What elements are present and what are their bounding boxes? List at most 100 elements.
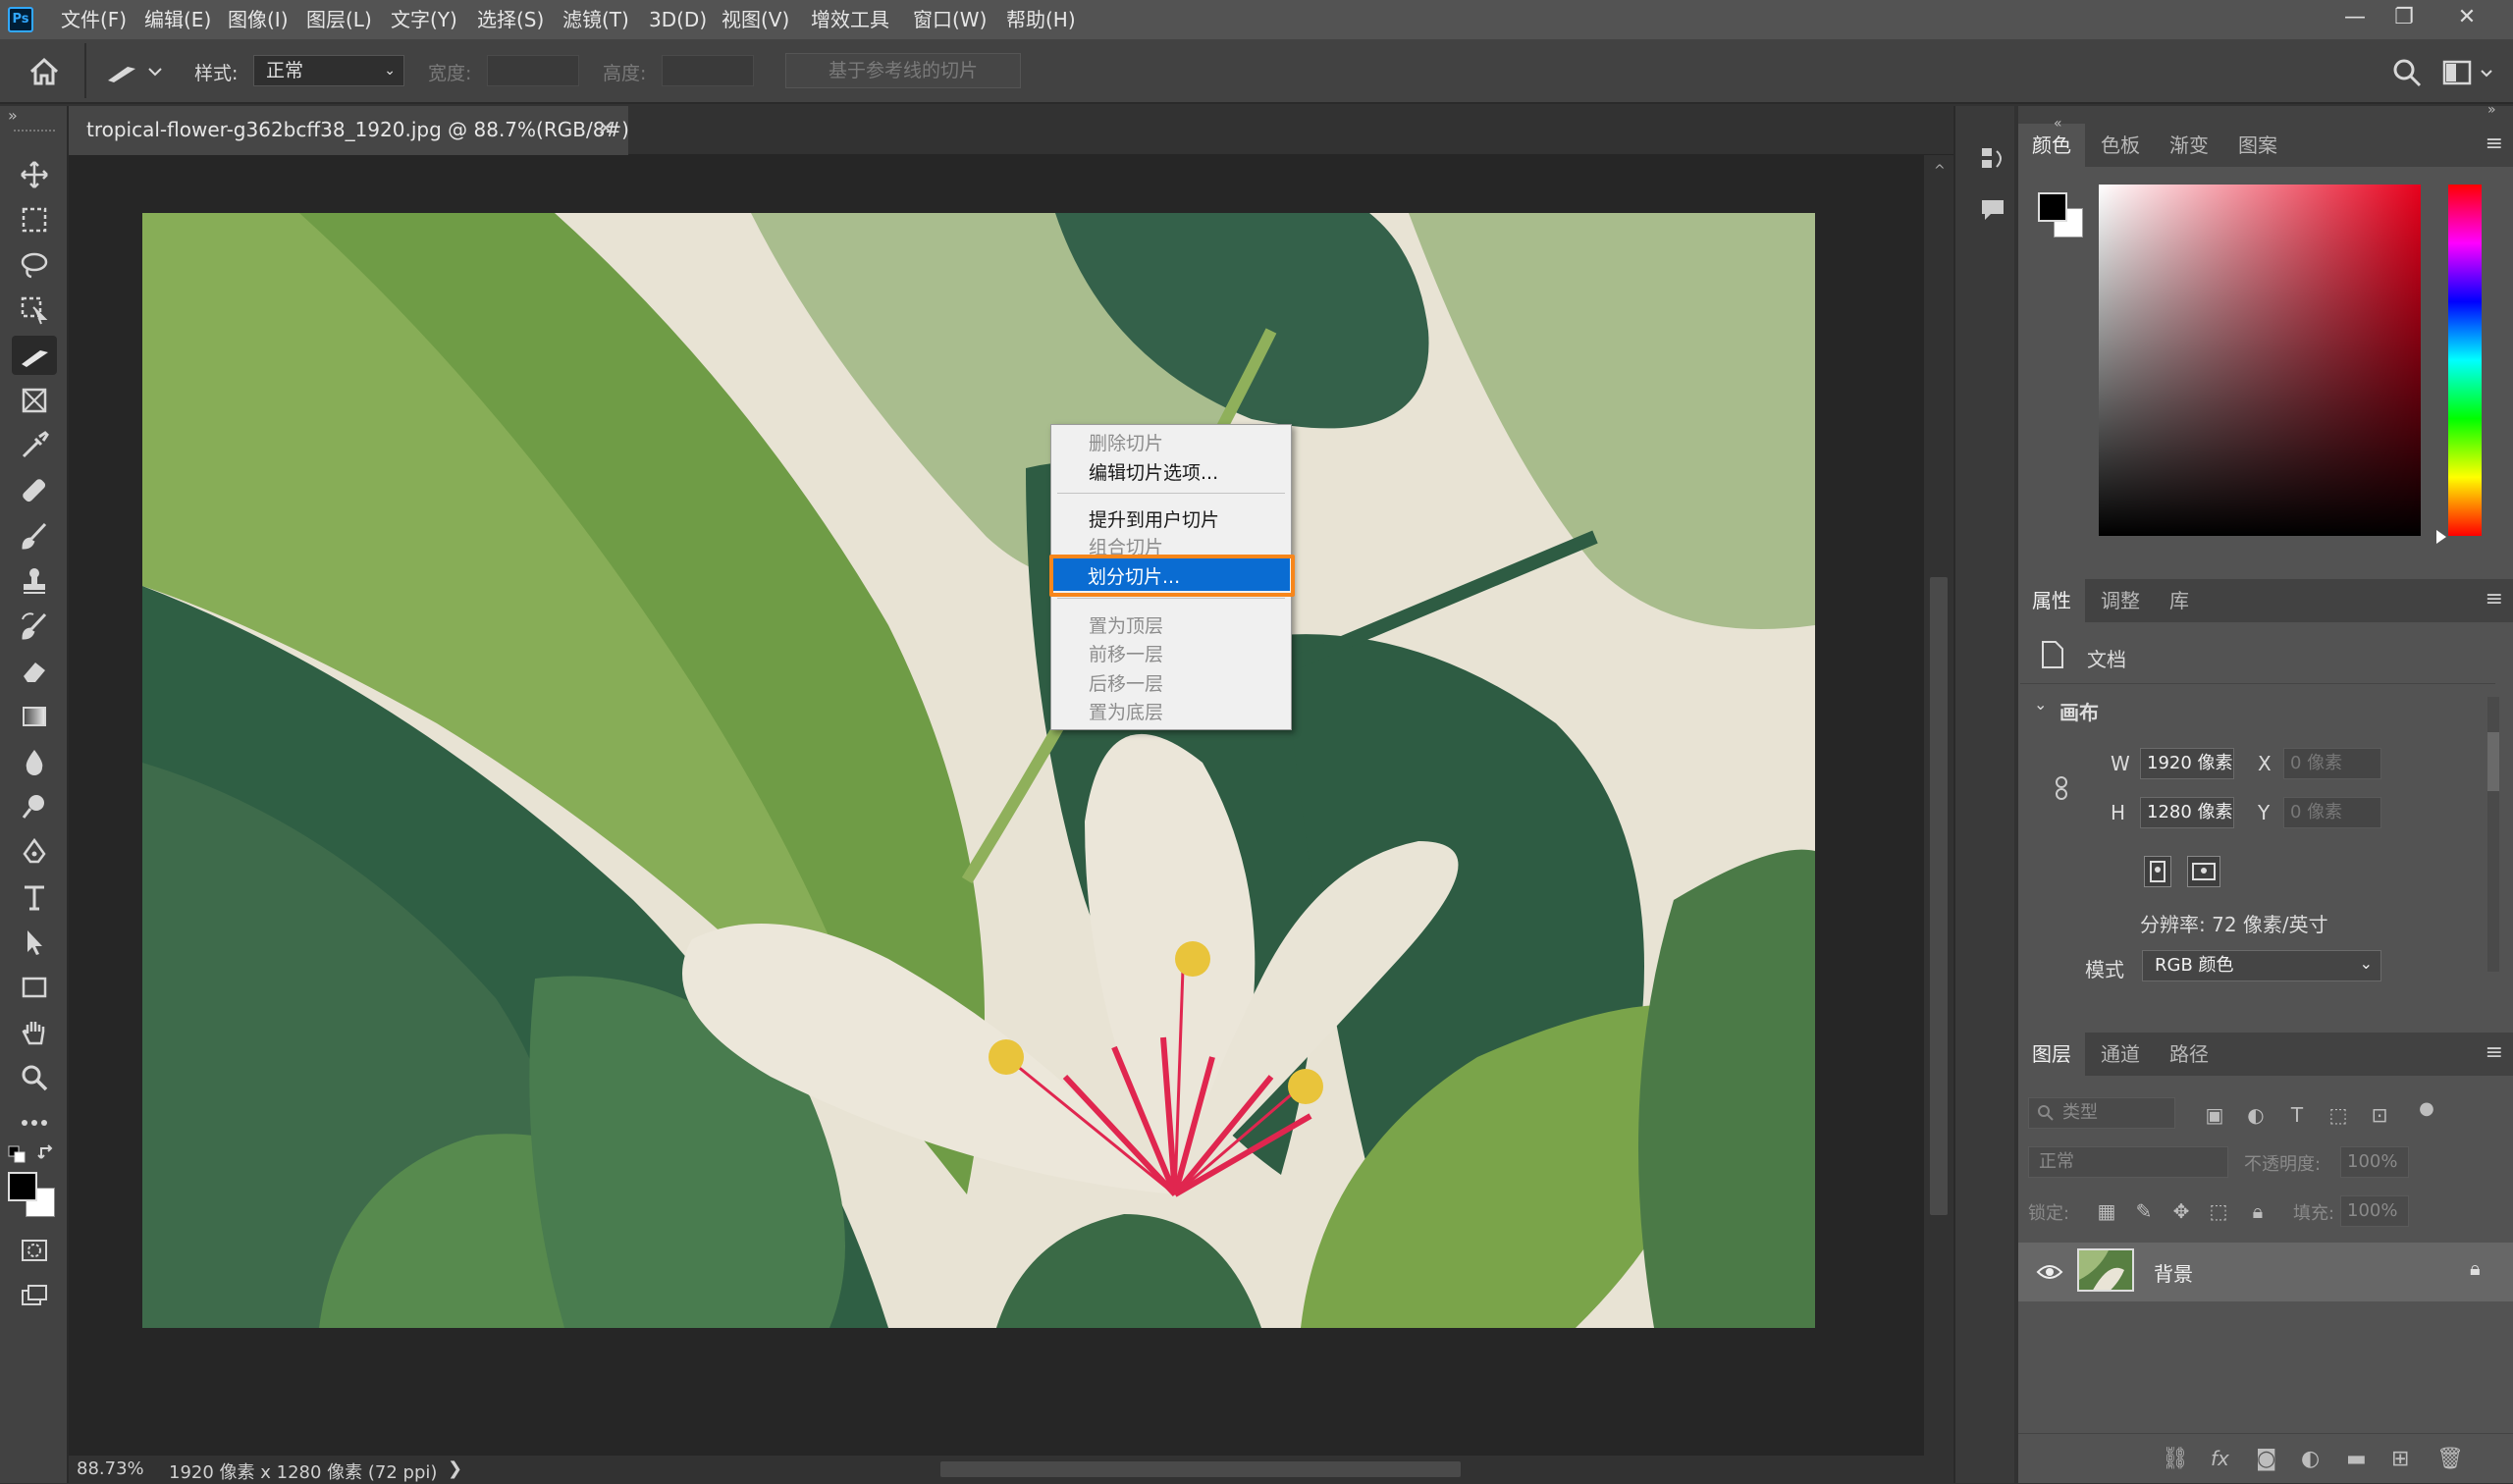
screen-mode-icon[interactable] [12,1276,57,1315]
horizontal-scroll-thumb[interactable] [940,1461,1461,1477]
panel-menu-icon[interactable]: ≡ [2486,1040,2503,1065]
menu-bring-to-front[interactable]: 置为顶层 [1089,611,1163,638]
menu-edit-slice-options[interactable]: 编辑切片选项... [1089,458,1218,485]
clone-stamp-tool-icon[interactable] [12,561,57,601]
style-select[interactable]: 正常 ⌄ [253,55,404,86]
add-mask-icon[interactable]: ◙ [2256,1447,2276,1471]
menu-help[interactable]: 帮助(H) [1006,0,1076,39]
menu-send-to-back[interactable]: 置为底层 [1089,698,1163,724]
color-picker-field[interactable] [2099,185,2421,536]
fill-input[interactable]: 100% [2340,1195,2409,1227]
gradient-tool-icon[interactable] [12,697,57,736]
width-input[interactable] [487,55,579,86]
menu-delete-slice[interactable]: 删除切片 [1089,429,1163,455]
canvas-section-title[interactable]: 画布 [2059,697,2099,725]
panel-menu-icon[interactable]: ≡ [2486,587,2503,611]
collapse-left-icon[interactable]: « [2054,116,2062,132]
tab-channels[interactable]: 通道 [2087,1033,2154,1076]
menu-bring-forward[interactable]: 前移一层 [1089,640,1163,666]
close-tab-icon[interactable]: × [597,116,615,140]
menu-filter[interactable]: 滤镜(T) [562,0,629,39]
healing-brush-tool-icon[interactable] [12,471,57,510]
home-icon[interactable] [27,57,61,86]
smart-object-filter-icon[interactable]: ⊡ [2366,1101,2393,1129]
workspace-icon[interactable] [2442,57,2497,88]
history-brush-tool-icon[interactable] [12,607,57,646]
zoom-tool-icon[interactable] [12,1058,57,1097]
document-canvas[interactable] [142,213,1815,1328]
properties-scroll-thumb[interactable] [2487,732,2499,791]
menu-3d[interactable]: 3D(D) [649,0,707,39]
menu-image[interactable]: 图像(I) [228,0,289,39]
tab-patterns[interactable]: 图案 [2224,124,2291,167]
path-selection-tool-icon[interactable] [12,923,57,962]
type-tool-icon[interactable] [12,877,57,917]
fx-icon[interactable]: fx [2211,1447,2229,1470]
portrait-orientation-icon[interactable] [2144,856,2171,887]
more-tools-icon[interactable] [12,1103,57,1142]
minimize-icon[interactable]: — [2328,0,2381,35]
type-layer-filter-icon[interactable]: T [2283,1101,2311,1129]
menu-plugins[interactable]: 增效工具 [811,0,889,39]
tab-libraries[interactable]: 库 [2156,579,2203,622]
canvas-x-input[interactable]: 0 像素 [2283,748,2381,779]
menu-view[interactable]: 视图(V) [722,0,789,39]
pen-tool-icon[interactable] [12,832,57,872]
new-group-icon[interactable]: ▬ [2346,1447,2367,1471]
lasso-tool-icon[interactable] [12,245,57,285]
layer-row[interactable]: 背景 🔒︎ [2018,1243,2513,1301]
close-window-icon[interactable]: ✕ [2440,0,2493,35]
canvas-width-input[interactable]: 1920 像素 [2140,748,2234,779]
document-tab[interactable]: tropical-flower-g362bcff38_1920.jpg @ 88… [69,106,629,155]
lock-pixels-icon[interactable]: ✎ [2130,1197,2158,1225]
new-layer-icon[interactable]: ⊞ [2391,1447,2409,1471]
opacity-input[interactable]: 100% [2340,1146,2409,1178]
marquee-tool-icon[interactable] [12,200,57,239]
canvas-y-input[interactable]: 0 像素 [2283,797,2381,828]
menu-layer[interactable]: 图层(L) [306,0,372,39]
collapse-right-icon[interactable]: » [2487,102,2496,118]
slice-tool-icon[interactable] [12,336,57,375]
menu-promote-to-user-slice[interactable]: 提升到用户切片 [1089,505,1219,532]
menu-type[interactable]: 文字(Y) [391,0,457,39]
shape-layer-filter-icon[interactable]: ⬚ [2325,1101,2352,1129]
filter-toggle-icon[interactable]: ● [2413,1095,2440,1123]
hue-slider[interactable] [2448,185,2482,536]
hand-tool-icon[interactable] [12,1013,57,1052]
panel-menu-icon[interactable]: ≡ [2486,132,2503,156]
eraser-tool-icon[interactable] [12,652,57,691]
adjustment-layer-filter-icon[interactable]: ◐ [2242,1101,2270,1129]
tab-properties[interactable]: 属性 [2018,579,2085,622]
tab-color[interactable]: 颜色 [2018,124,2085,167]
expand-panel-icon[interactable]: » [8,106,18,125]
height-input[interactable] [662,55,754,86]
scroll-up-icon[interactable]: ^ [1934,163,1946,179]
canvas-height-input[interactable]: 1280 像素 [2140,797,2234,828]
quick-mask-icon[interactable] [12,1231,57,1270]
slice-tool-preset-icon[interactable] [102,55,165,88]
link-icon[interactable] [2052,775,2071,801]
color-mode-select[interactable]: RGB 颜色 ⌄ [2142,950,2381,981]
slices-from-guides-button[interactable]: 基于参考线的切片 [785,53,1021,88]
status-menu-arrow-icon[interactable]: ❯ [448,1458,462,1479]
chevron-down-icon[interactable]: ⌄ [2034,695,2047,714]
hue-slider-handle[interactable] [2436,530,2446,544]
restore-icon[interactable]: ❐ [2378,0,2431,35]
dodge-tool-icon[interactable] [12,787,57,826]
menu-send-backward[interactable]: 后移一层 [1089,669,1163,696]
zoom-level[interactable]: 88.73% [77,1458,144,1479]
color-foreground-swatch[interactable] [2038,192,2067,222]
tab-layers[interactable]: 图层 [2018,1033,2085,1076]
tab-swatches[interactable]: 色板 [2087,124,2154,167]
lock-transparency-icon[interactable]: ▦ [2093,1197,2120,1225]
brush-tool-icon[interactable] [12,516,57,556]
properties-scrollbar[interactable] [2487,697,2499,972]
link-layers-icon[interactable]: ⛓︎ [2162,1447,2189,1471]
delete-layer-icon[interactable]: 🗑︎ [2436,1447,2464,1471]
history-panel-icon[interactable] [1979,145,2006,173]
foreground-color-swatch[interactable] [8,1172,37,1201]
menu-file[interactable]: 文件(F) [61,0,127,39]
default-colors-icon[interactable] [8,1144,26,1163]
lock-all-icon[interactable]: 🔒︎ [2244,1197,2272,1225]
rectangle-tool-icon[interactable] [12,968,57,1007]
